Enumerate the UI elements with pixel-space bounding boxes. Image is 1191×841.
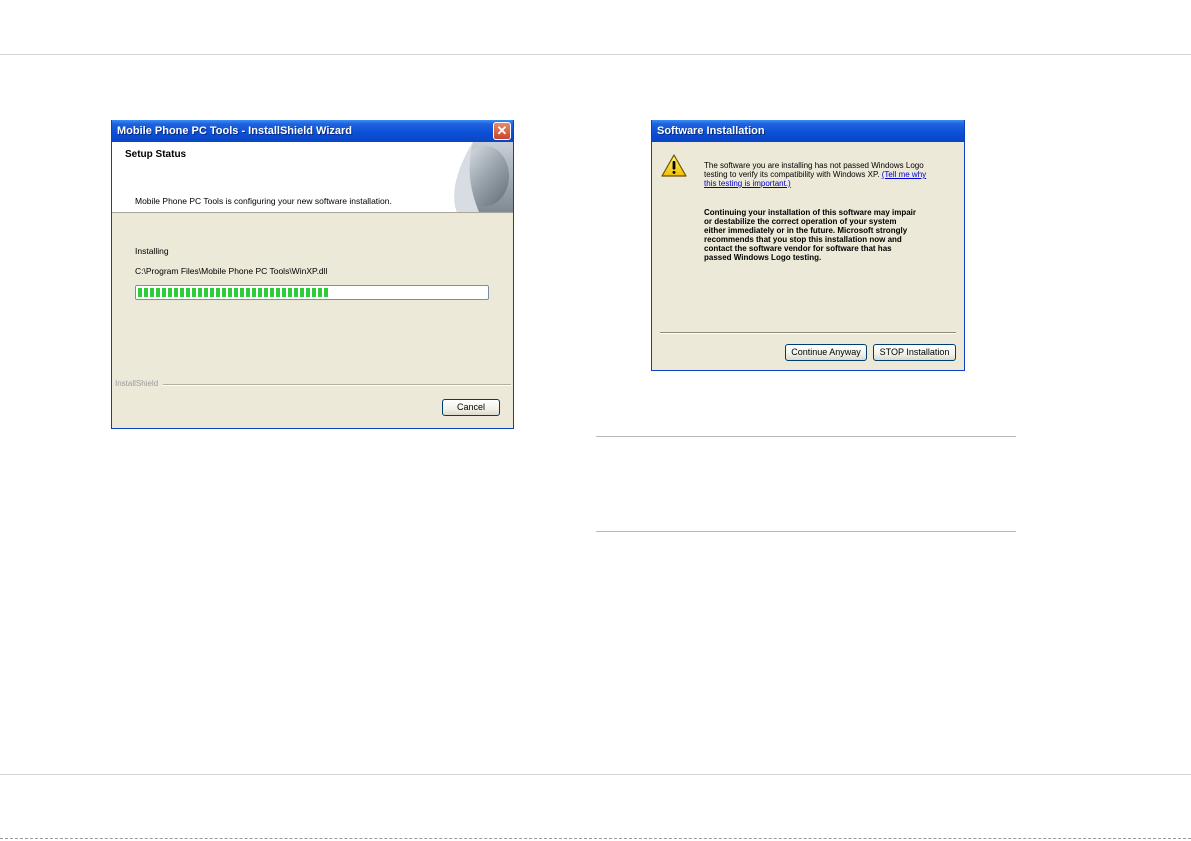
tell-me-why-link[interactable]: (Tell me why bbox=[882, 170, 926, 179]
continue-anyway-button[interactable]: Continue Anyway bbox=[785, 344, 867, 361]
header-title: Setup Status bbox=[125, 149, 187, 160]
warning-line: contact the software vendor for software… bbox=[704, 244, 892, 253]
section-rule-bottom bbox=[596, 531, 1016, 532]
current-file-path: C:\Program Files\Mobile Phone PC Tools\W… bbox=[135, 266, 328, 276]
warning-line: passed Windows Logo testing. bbox=[704, 253, 822, 262]
warning-line: recommends that you stop this installati… bbox=[704, 235, 902, 244]
installshield-wizard-window: Mobile Phone PC Tools - InstallShield Wi… bbox=[111, 120, 514, 429]
cut-line bbox=[0, 838, 1191, 839]
cancel-button[interactable]: Cancel bbox=[442, 399, 500, 416]
destabilize-warning: Continuing your installation of this sof… bbox=[704, 208, 960, 262]
warning-icon bbox=[661, 154, 687, 177]
warning-line: or destabilize the correct operation of … bbox=[704, 217, 897, 226]
action-label: Installing bbox=[135, 246, 169, 256]
close-button[interactable]: ✕ bbox=[493, 122, 511, 140]
top-page-rule bbox=[0, 54, 1191, 55]
message-line-1: The software you are installing has not … bbox=[704, 161, 924, 170]
logo-testing-message: The software you are installing has not … bbox=[704, 161, 954, 188]
bottom-page-rule bbox=[0, 774, 1191, 775]
progress-fill bbox=[138, 288, 329, 297]
footer-divider bbox=[163, 384, 511, 386]
warning-line: either immediately or in the future. Mic… bbox=[704, 226, 908, 235]
warning-line: Continuing your installation of this sof… bbox=[704, 208, 917, 217]
dialog-title: Software Installation bbox=[657, 125, 765, 137]
software-installation-dialog: Software Installation The software you a… bbox=[651, 120, 965, 371]
dialog-divider bbox=[660, 332, 956, 334]
installshield-page-curl-icon bbox=[435, 142, 513, 212]
dialog-title-bar[interactable]: Software Installation bbox=[652, 120, 964, 142]
close-icon: ✕ bbox=[496, 123, 508, 138]
wizard-title-bar[interactable]: Mobile Phone PC Tools - InstallShield Wi… bbox=[112, 120, 513, 142]
testing-important-link[interactable]: this testing is important.) bbox=[704, 179, 954, 188]
status-message: Mobile Phone PC Tools is configuring you… bbox=[135, 196, 392, 206]
stop-installation-button[interactable]: STOP Installation bbox=[873, 344, 956, 361]
wizard-title: Mobile Phone PC Tools - InstallShield Wi… bbox=[117, 125, 352, 137]
message-line-2: testing to verify its compatibility with… bbox=[704, 170, 882, 179]
installshield-brand: InstallShield bbox=[115, 379, 159, 388]
install-progress-bar bbox=[135, 285, 489, 300]
section-rule-top bbox=[596, 436, 1016, 437]
